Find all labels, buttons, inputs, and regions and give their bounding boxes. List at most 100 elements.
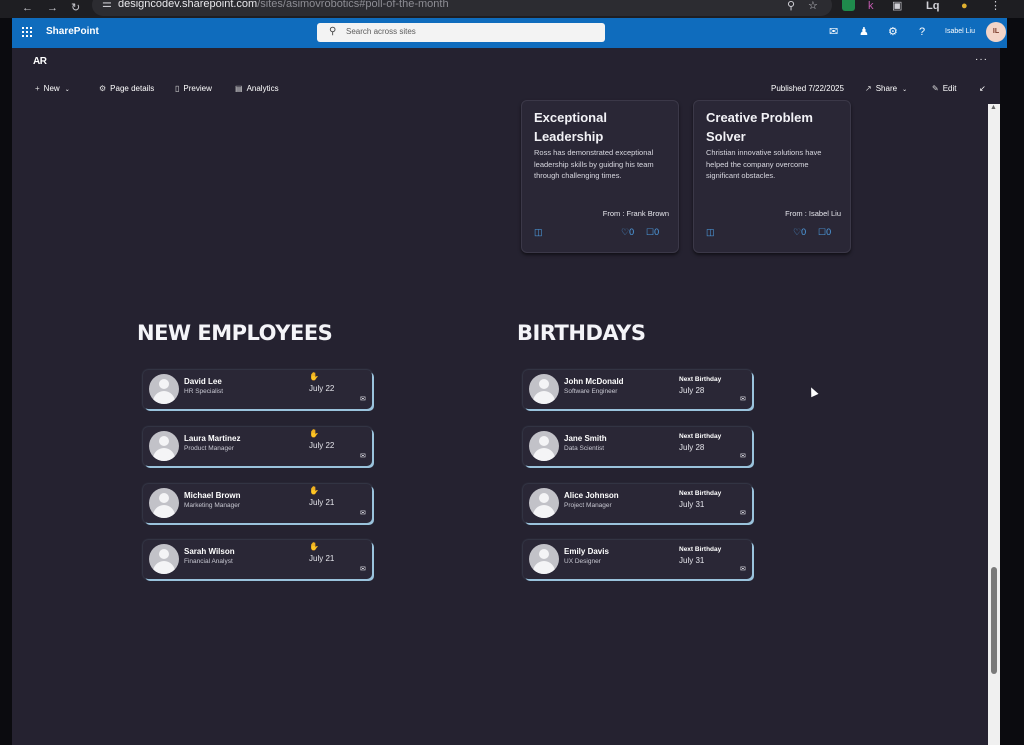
search-input[interactable]: Search across sites — [346, 27, 416, 36]
extension-k-icon[interactable]: k — [868, 0, 874, 13]
start-date: July 22 — [309, 441, 335, 450]
window-edge — [0, 18, 12, 745]
page-details-button[interactable]: ⚙ Page details — [99, 84, 154, 94]
search-icon: ⚲ — [329, 26, 337, 37]
birthday-date: July 31 — [679, 500, 705, 509]
employee-name: Laura Martinez — [184, 434, 241, 443]
zoom-icon[interactable]: ⚲ — [787, 0, 795, 13]
mail-icon[interactable]: ✉ — [740, 566, 746, 574]
person-avatar-icon — [529, 544, 559, 574]
search-box[interactable]: ⚲ Search across sites — [317, 23, 605, 42]
start-date: July 21 — [309, 554, 335, 563]
wave-hand-icon: ✋ — [309, 486, 319, 495]
comment-icon: ☐ — [818, 227, 827, 237]
heart-icon: ♡ — [621, 227, 630, 237]
kudos-from: From : Isabel Liu — [785, 209, 841, 218]
site-info-icon[interactable]: ☰ — [102, 0, 112, 11]
birthday-card[interactable]: Alice Johnson Project Manager Next Birth… — [523, 484, 752, 523]
user-avatar[interactable]: IL — [986, 22, 1006, 42]
suite-bar: SharePoint ⚲ Search across sites ✉ ♟ ⚙ ?… — [12, 18, 1007, 48]
birthday-card[interactable]: Jane Smith Data Scientist Next Birthday … — [523, 427, 752, 466]
birthday-date: July 31 — [679, 556, 705, 565]
forward-icon[interactable]: → — [47, 1, 58, 15]
comment-button[interactable]: ☐0 — [818, 226, 831, 238]
scrollbar-thumb[interactable] — [991, 567, 997, 674]
mouse-cursor — [807, 385, 819, 398]
kudos-card[interactable]: Creative Problem Solver Christian innova… — [693, 100, 851, 253]
new-employee-card[interactable]: Michael Brown Marketing Manager ✋ July 2… — [143, 484, 372, 523]
birthdays-title: BIRTHDAYS — [517, 321, 646, 345]
person-avatar-icon — [149, 374, 179, 404]
birthday-card[interactable]: Emily Davis UX Designer Next Birthday Ju… — [523, 540, 752, 579]
person-avatar-icon — [149, 431, 179, 461]
wave-hand-icon: ✋ — [309, 372, 319, 381]
like-button[interactable]: ♡0 — [793, 226, 806, 238]
birthday-card[interactable]: John McDonald Software Engineer Next Bir… — [523, 370, 752, 409]
bookmark-star-icon[interactable]: ☆ — [808, 0, 818, 13]
edit-button[interactable]: ✎ Edit — [932, 84, 957, 94]
open-card-icon[interactable]: ◫ — [534, 226, 543, 238]
new-employee-card[interactable]: David Lee HR Specialist ✋ July 22 ✉ — [143, 370, 372, 409]
more-options-button[interactable]: ··· — [975, 54, 988, 65]
scroll-up-icon[interactable]: ▲ — [990, 104, 997, 111]
employee-role: Marketing Manager — [184, 502, 240, 509]
back-icon[interactable]: ← — [22, 1, 33, 15]
mail-icon[interactable]: ✉ — [360, 396, 366, 404]
kudos-card[interactable]: Exceptional Leadership Ross has demonstr… — [521, 100, 679, 253]
employee-name: Sarah Wilson — [184, 547, 235, 556]
megaphone-icon[interactable]: ✉ — [829, 26, 838, 38]
published-status: Published 7/22/2025 — [771, 84, 844, 93]
extensions-puzzle-icon[interactable]: ▣ — [892, 0, 902, 13]
chevron-down-icon: ⌄ — [64, 87, 70, 93]
profile-label[interactable]: Lq — [926, 0, 939, 13]
sharepoint-brand[interactable]: SharePoint — [46, 26, 99, 37]
gear-icon: ⚙ — [99, 84, 107, 93]
page-scrollbar[interactable]: ▲ — [988, 104, 1000, 745]
mail-icon[interactable]: ✉ — [360, 453, 366, 461]
mail-icon[interactable]: ✉ — [360, 510, 366, 518]
wave-hand-icon: ✋ — [309, 542, 319, 551]
person-avatar-icon — [149, 544, 179, 574]
plus-icon: + — [35, 84, 40, 93]
birthday-date: July 28 — [679, 443, 705, 452]
birthday-name: John McDonald — [564, 377, 624, 386]
share-icon: ↗ — [865, 84, 872, 93]
mail-icon[interactable]: ✉ — [740, 396, 746, 404]
kudos-title: Creative Problem Solver — [706, 110, 813, 144]
user-name[interactable]: Isabel Liu — [945, 28, 975, 35]
mail-icon[interactable]: ✉ — [740, 510, 746, 518]
share-button[interactable]: ↗ Share ⌄ — [865, 84, 907, 95]
new-employee-card[interactable]: Laura Martinez Product Manager ✋ July 22… — [143, 427, 372, 466]
extension-color-icon[interactable]: ● — [961, 0, 968, 13]
employee-role: HR Specialist — [184, 388, 224, 395]
reload-icon[interactable]: ↻ — [71, 1, 80, 15]
comment-button[interactable]: ☐0 — [646, 226, 659, 238]
help-icon[interactable]: ? — [919, 26, 925, 38]
birthday-name: Jane Smith — [564, 434, 607, 443]
new-button[interactable]: + New ⌄ — [35, 84, 70, 95]
next-birthday-label: Next Birthday — [679, 433, 722, 440]
site-logo[interactable]: AR — [33, 56, 47, 67]
new-employee-card[interactable]: Sarah Wilson Financial Analyst ✋ July 21… — [143, 540, 372, 579]
like-button[interactable]: ♡0 — [621, 226, 634, 238]
comment-icon: ☐ — [646, 227, 655, 237]
kudos-title: Exceptional Leadership — [534, 110, 607, 144]
chevron-down-icon: ⌄ — [902, 87, 908, 93]
browser-menu-icon[interactable]: ⋮ — [990, 0, 1001, 13]
analytics-button[interactable]: ▤ Analytics — [235, 84, 279, 94]
extension-icon[interactable] — [842, 0, 855, 11]
analytics-icon: ▤ — [235, 84, 243, 93]
address-url[interactable]: designcodev.sharepoint.com/sites/asimovr… — [118, 0, 449, 11]
app-launcher-icon[interactable] — [22, 27, 33, 38]
people-icon[interactable]: ♟ — [859, 26, 869, 38]
birthday-role: Project Manager — [564, 502, 612, 509]
next-birthday-label: Next Birthday — [679, 376, 722, 383]
birthday-name: Emily Davis — [564, 547, 609, 556]
next-birthday-label: Next Birthday — [679, 546, 722, 553]
collapse-icon[interactable]: ↙ — [979, 84, 986, 94]
settings-gear-icon[interactable]: ⚙ — [888, 26, 898, 38]
mail-icon[interactable]: ✉ — [360, 566, 366, 574]
preview-button[interactable]: ▯ Preview — [175, 84, 212, 94]
open-card-icon[interactable]: ◫ — [706, 226, 715, 238]
mail-icon[interactable]: ✉ — [740, 453, 746, 461]
